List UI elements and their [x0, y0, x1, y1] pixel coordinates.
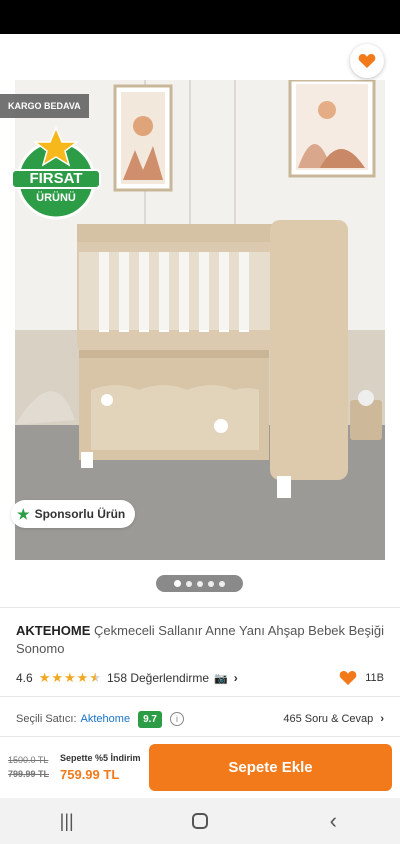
- crossed-price: 799.99 TL: [8, 769, 50, 779]
- recents-icon: |||: [59, 810, 74, 831]
- qa-label: 465 Soru & Cevap: [283, 713, 374, 725]
- product-gallery[interactable]: ← KARGO BEDAVA FIRSAT ÜRÜNÜ ★ Sponsorlu …: [0, 34, 400, 594]
- sponsored-label: Sponsorlu Ürün: [34, 507, 126, 521]
- firsat-urunu-badge: FIRSAT ÜRÜNÜ: [8, 126, 104, 222]
- likes-value: 11B: [365, 672, 384, 684]
- back-arrow-icon: ←: [15, 47, 39, 74]
- chevron-right-icon: ›: [380, 713, 384, 725]
- share-icon: [306, 51, 323, 71]
- firsat-line2: ÜRÜNÜ: [36, 192, 76, 204]
- seller-label: Seçili Satıcı:: [16, 713, 77, 725]
- recents-button[interactable]: |||: [47, 801, 87, 841]
- rating-value: 4.6: [16, 671, 33, 685]
- camera-icon: 📷: [214, 672, 228, 685]
- pagination-dot[interactable]: [197, 580, 203, 587]
- home-button[interactable]: [180, 801, 220, 841]
- discount-label: Sepette %5 İndirim: [60, 753, 141, 763]
- star-icon: ★: [51, 670, 63, 685]
- star-icon: ★: [76, 670, 89, 685]
- star-icon: ★: [38, 670, 51, 685]
- status-bar: [0, 0, 400, 34]
- back-button[interactable]: ←: [12, 46, 42, 76]
- system-nav-bar: ||| ‹: [0, 798, 400, 844]
- star-icon: ★: [17, 505, 30, 522]
- rating-row[interactable]: 4.6 ★ ★ ★ ★ ★ 158 Değerlendirme 📷 › 11B: [16, 668, 384, 688]
- sponsored-badge: ★ Sponsorlu Ürün: [11, 500, 136, 528]
- info-icon[interactable]: i: [169, 712, 184, 726]
- back-nav-button[interactable]: ‹: [313, 801, 353, 841]
- favorite-button[interactable]: [350, 44, 384, 78]
- divider: [0, 607, 400, 608]
- gallery-pagination[interactable]: [156, 575, 243, 592]
- chevron-right-icon: ›: [233, 671, 238, 685]
- pagination-dot[interactable]: [174, 580, 181, 587]
- qa-link[interactable]: 465 Soru & Cevap ›: [283, 713, 384, 725]
- seller-name-link[interactable]: Aktehome: [81, 713, 131, 725]
- reviews-link[interactable]: 158 Değerlendirme: [107, 671, 209, 685]
- home-icon: [191, 813, 208, 829]
- rating-stars: ★ ★ ★ ★ ★: [39, 670, 101, 686]
- bottom-purchase-bar: 1500.0 TL 799.99 TL Sepette %5 İndirim 7…: [0, 736, 400, 798]
- final-price: 759.99 TL: [60, 767, 120, 782]
- star-icon: ★: [64, 670, 76, 685]
- share-button[interactable]: [300, 46, 330, 76]
- back-chevron-icon: ‹: [329, 808, 337, 833]
- half-star-icon: ★: [89, 670, 101, 685]
- product-brand[interactable]: AKTEHOME: [16, 623, 90, 638]
- add-to-cart-button[interactable]: Sepete Ekle: [149, 744, 392, 791]
- product-title: AKTEHOME Çekmeceli Sallanır Anne Yanı Ah…: [16, 622, 386, 658]
- firsat-line1: FIRSAT: [29, 170, 83, 187]
- free-shipping-badge: KARGO BEDAVA: [0, 94, 89, 118]
- heart-icon: [339, 671, 357, 685]
- heart-icon: [358, 54, 376, 68]
- likes-count[interactable]: 11B: [339, 670, 384, 686]
- divider: [0, 696, 400, 697]
- original-price: 1500.0 TL: [8, 755, 49, 765]
- pagination-dot[interactable]: [186, 580, 192, 587]
- seller-row[interactable]: Seçili Satıcı: Aktehome 9.7 i 465 Soru &…: [16, 708, 384, 730]
- seller-score-badge: 9.7: [138, 710, 162, 728]
- pagination-dot[interactable]: [219, 580, 225, 587]
- pagination-dot[interactable]: [208, 580, 214, 587]
